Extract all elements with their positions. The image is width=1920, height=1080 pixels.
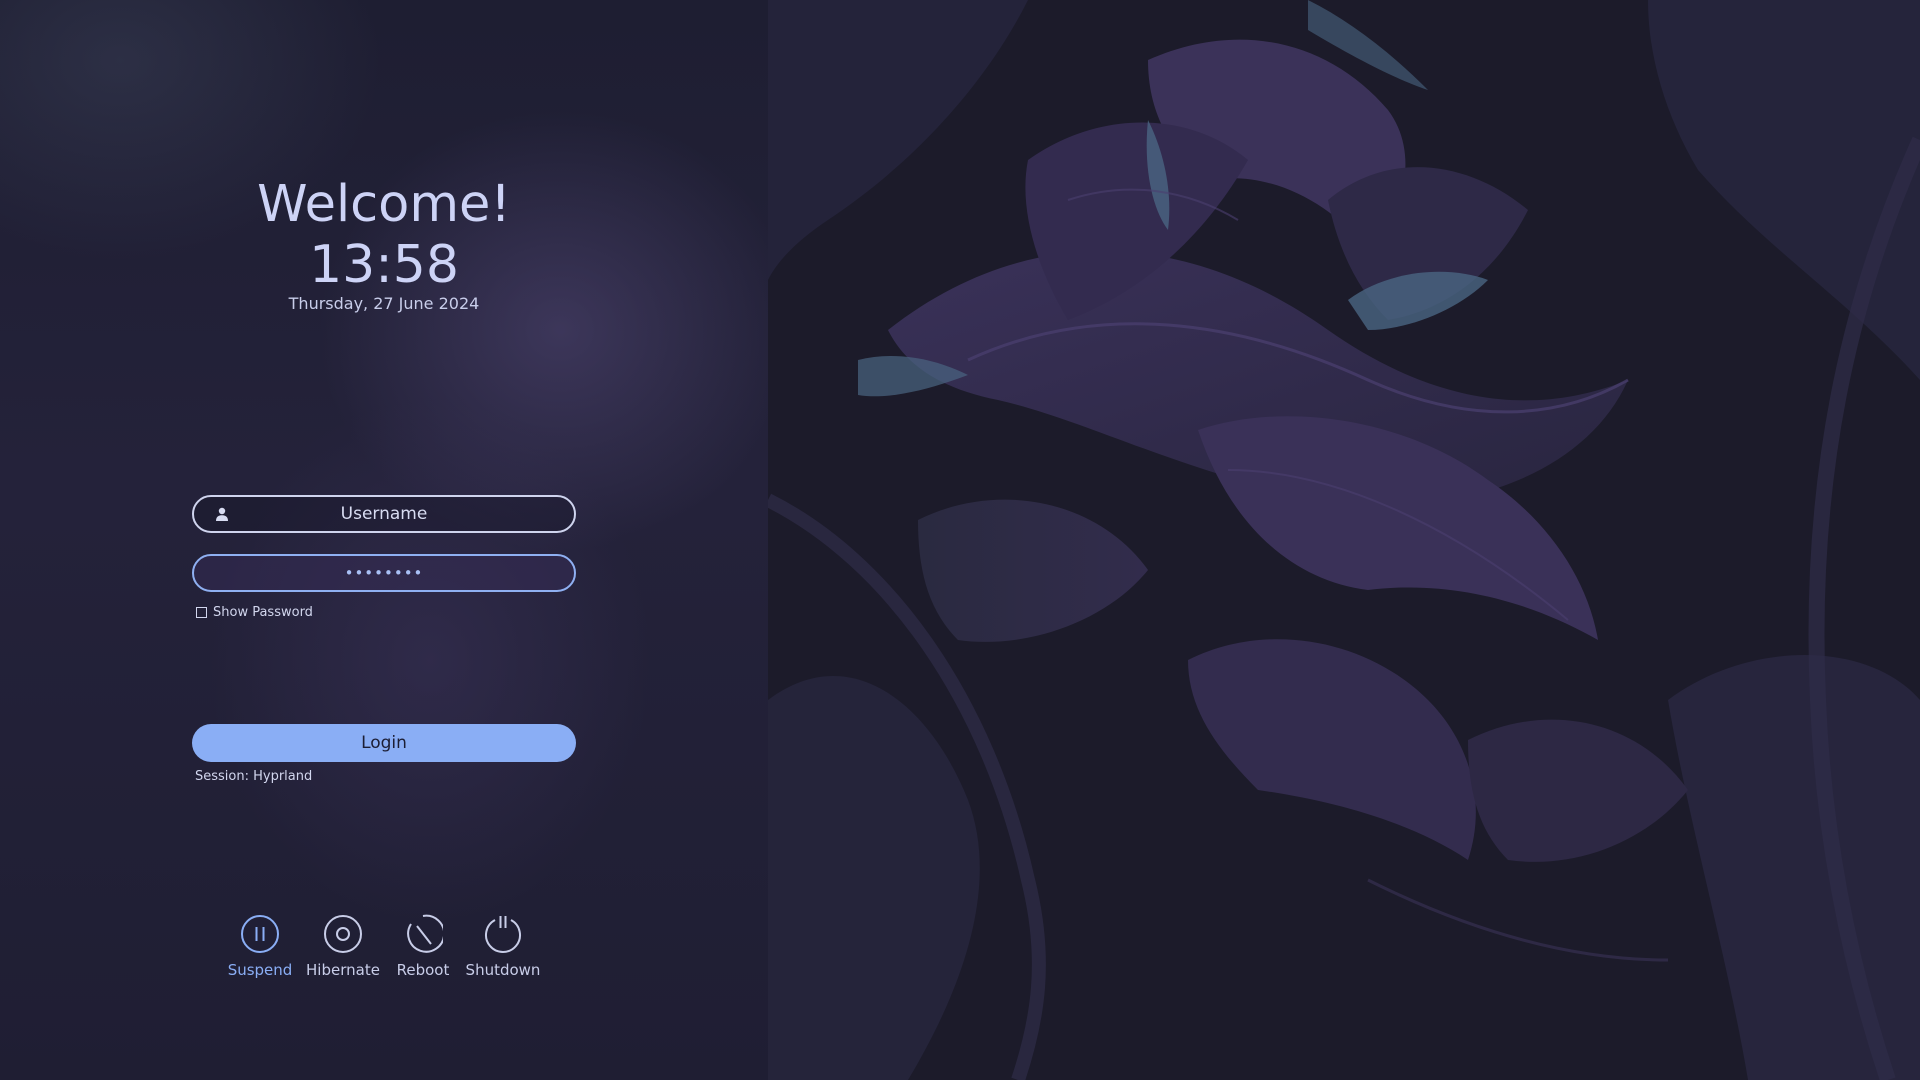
pause-circle-icon bbox=[241, 915, 279, 953]
session-selector[interactable]: Session: Hyprland bbox=[195, 769, 312, 784]
password-value: •••••••• bbox=[344, 564, 424, 582]
welcome-title: Welcome! bbox=[257, 175, 511, 234]
hibernate-label: Hibernate bbox=[306, 961, 380, 979]
reboot-label: Reboot bbox=[396, 961, 450, 979]
suspend-label: Suspend bbox=[227, 961, 293, 979]
show-password-label: Show Password bbox=[213, 605, 313, 620]
reboot-button[interactable]: Reboot bbox=[378, 914, 468, 979]
password-field[interactable]: •••••••• bbox=[192, 554, 576, 592]
username-field[interactable]: Username bbox=[192, 495, 576, 533]
wallpaper bbox=[768, 0, 1920, 1080]
ring-circle-icon bbox=[324, 915, 362, 953]
reboot-icon bbox=[407, 914, 443, 953]
user-icon bbox=[216, 507, 228, 521]
date-label: Thursday, 27 June 2024 bbox=[288, 294, 480, 313]
login-screen: Welcome! 13:58 Thursday, 27 June 2024 Us… bbox=[0, 0, 1920, 1080]
login-button[interactable]: Login bbox=[192, 724, 576, 762]
suspend-button[interactable]: Suspend bbox=[215, 914, 305, 979]
shutdown-label: Shutdown bbox=[465, 961, 541, 979]
show-password-checkbox[interactable] bbox=[196, 607, 207, 618]
hibernate-button[interactable]: Hibernate bbox=[298, 914, 388, 979]
shutdown-button[interactable]: Shutdown bbox=[458, 914, 548, 979]
username-value: Username bbox=[340, 504, 428, 524]
leaf-pattern bbox=[768, 0, 1920, 1080]
show-password-toggle[interactable]: Show Password bbox=[196, 605, 313, 620]
power-icon bbox=[485, 916, 521, 953]
clock: 13:58 bbox=[309, 235, 459, 295]
login-panel: Welcome! 13:58 Thursday, 27 June 2024 Us… bbox=[0, 0, 768, 1080]
